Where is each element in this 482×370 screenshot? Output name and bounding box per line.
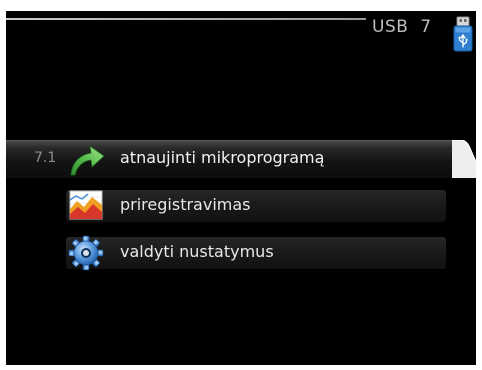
usb-stick-icon (453, 16, 473, 52)
menu-item-label: atnaujinti mikroprogramą (120, 148, 325, 167)
menu-item-update-firmware[interactable]: 7.1 atnaujinti mikroprogramą (6, 140, 476, 178)
menu-item-manage-settings[interactable]: valdyti nustatymus (6, 234, 446, 272)
menu-item-number: 7.1 (34, 150, 57, 166)
header-title: USB 7 (372, 17, 432, 37)
gear-icon (68, 235, 104, 271)
display-screen: USB 7 7.1 atnaujinti mikroprogramą prire… (6, 11, 476, 365)
chart-log-icon (69, 190, 103, 220)
header-rule (6, 18, 366, 20)
selection-tab (452, 140, 476, 178)
header-menu-name: USB (372, 17, 409, 37)
menu-item-label: priregistravimas (120, 195, 251, 214)
menu-item-logging[interactable]: priregistravimas (6, 187, 446, 225)
menu-item-label: valdyti nustatymus (120, 242, 274, 261)
green-arrow-icon (70, 145, 105, 176)
header-menu-number: 7 (420, 17, 432, 37)
